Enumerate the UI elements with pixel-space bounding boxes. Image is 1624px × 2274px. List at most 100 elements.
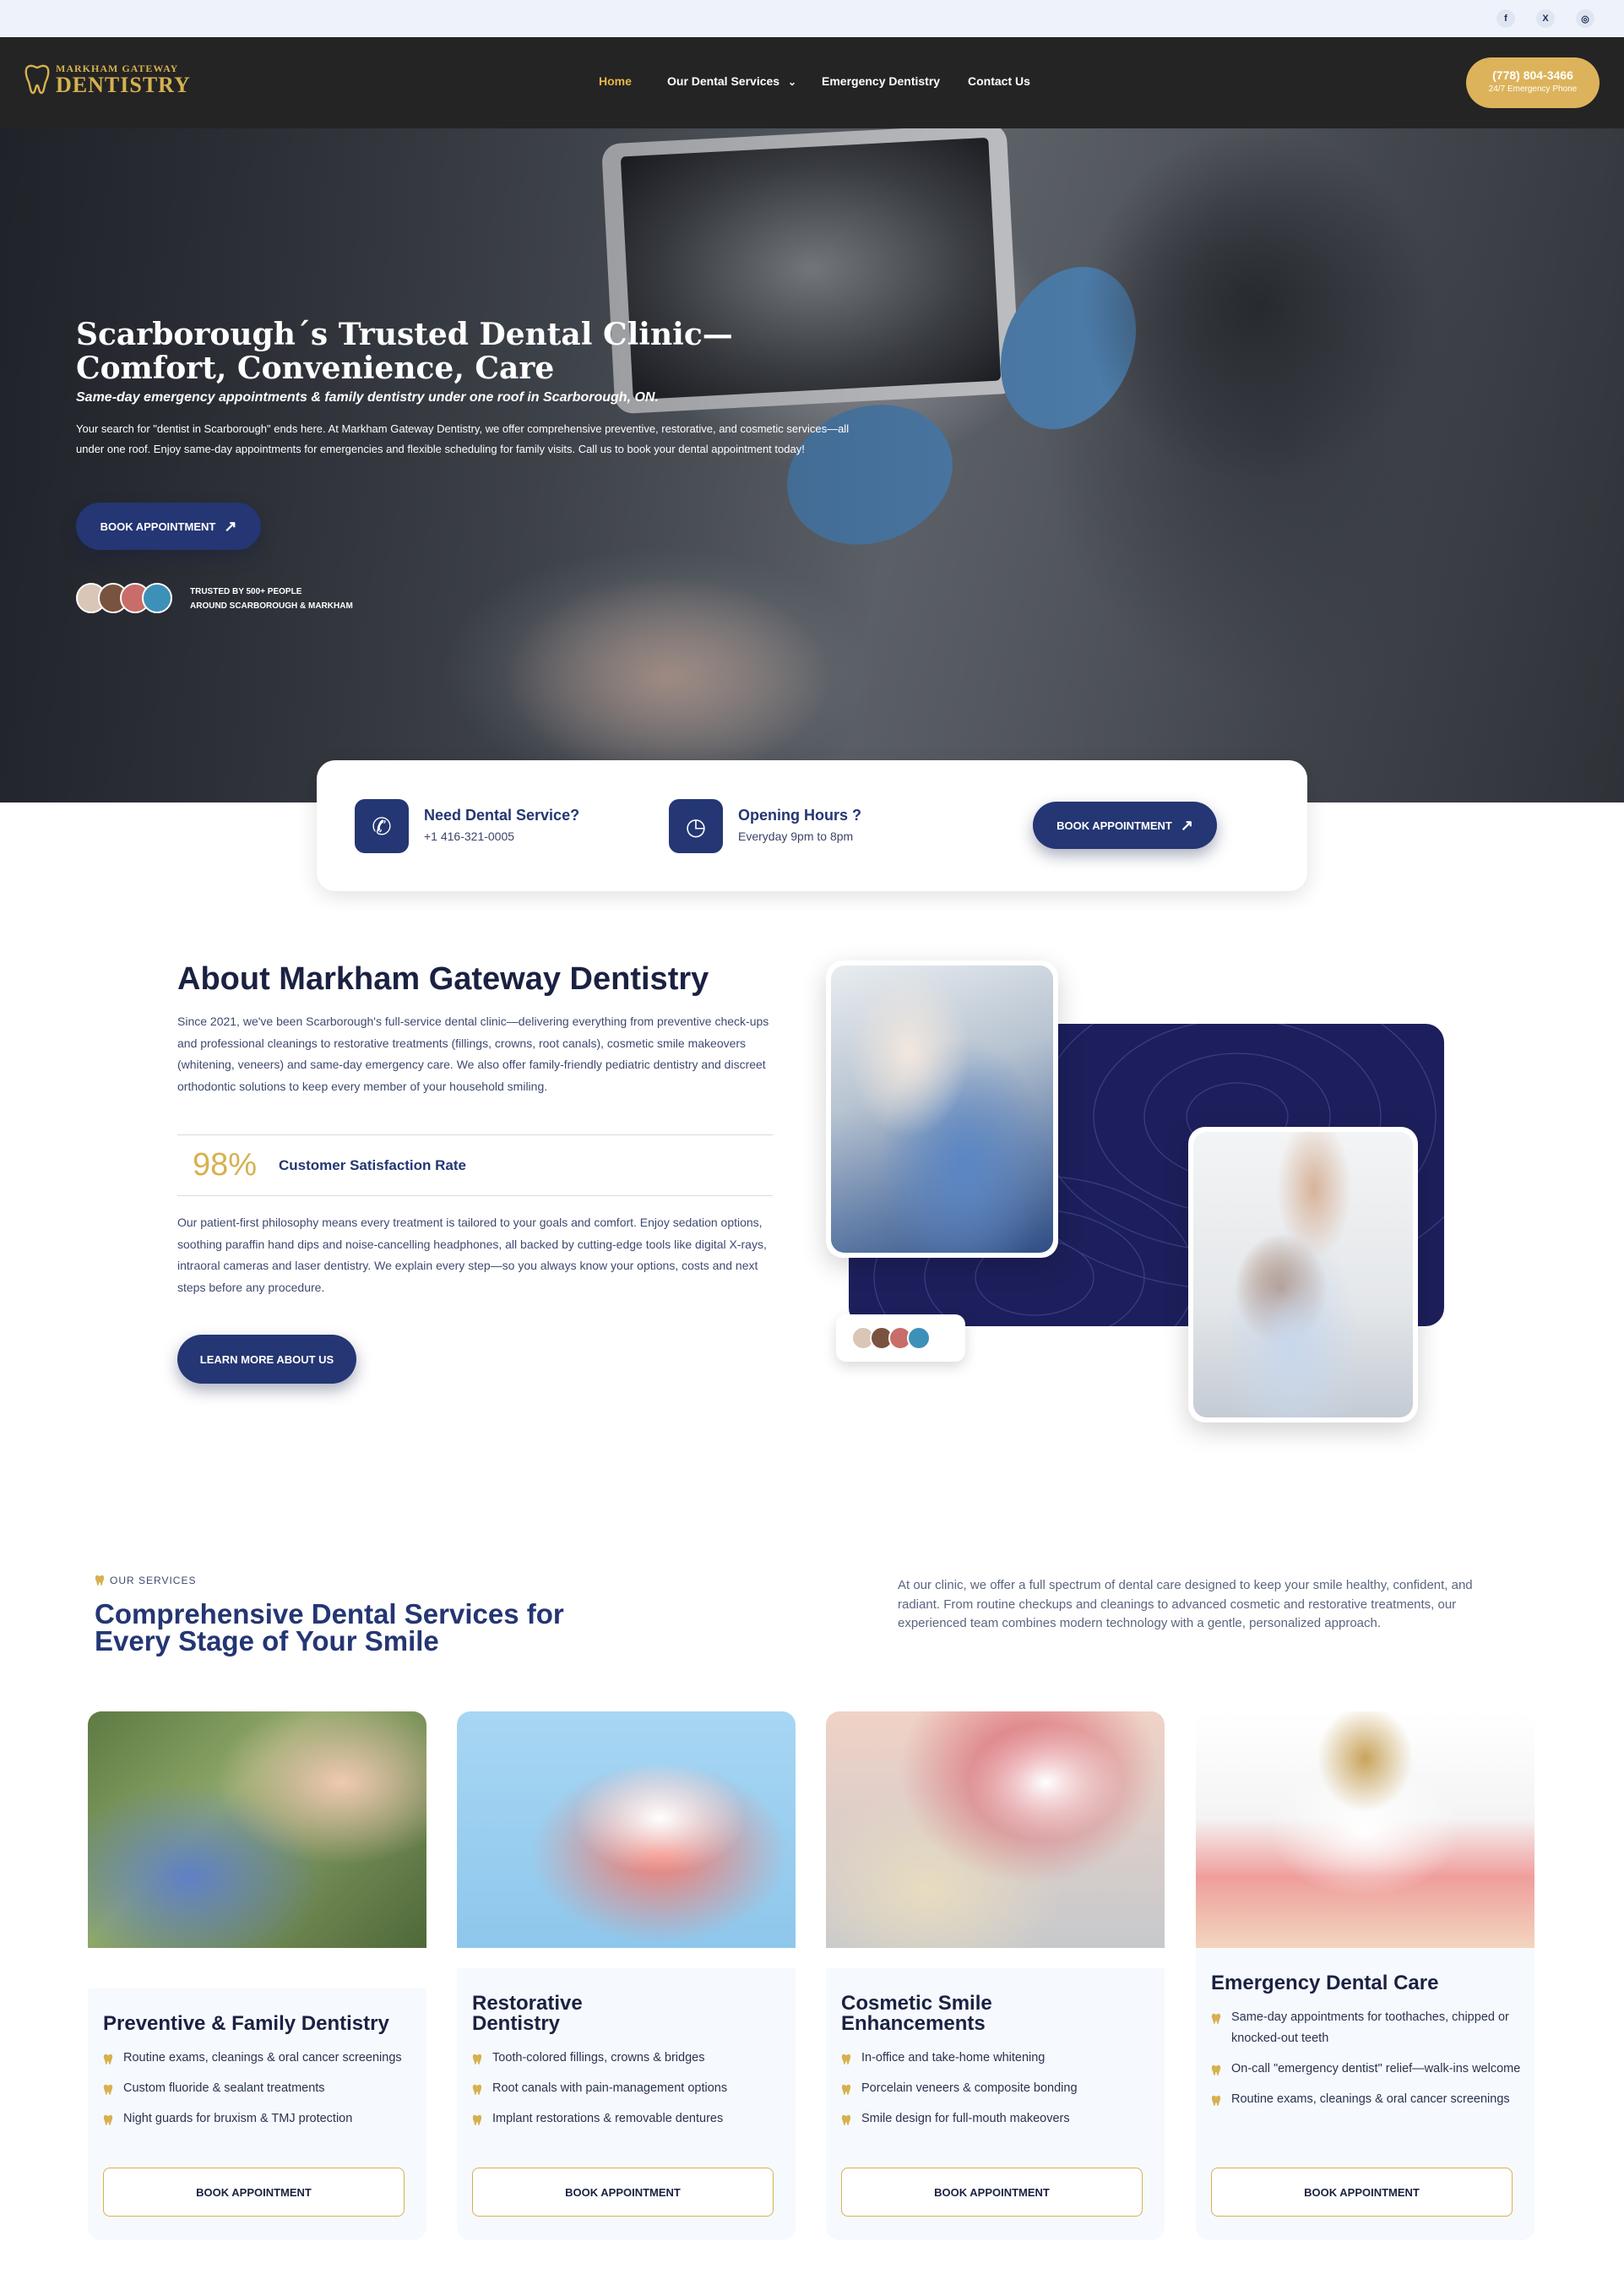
service-phone[interactable]: +1 416-321-0005	[424, 830, 514, 843]
tooth-icon	[95, 1575, 105, 1586]
facebook-icon[interactable]: f	[1496, 9, 1515, 28]
instagram-icon[interactable]: ◎	[1576, 9, 1594, 28]
phone-caption: 24/7 Emergency Phone	[1488, 84, 1578, 94]
services-title: Comprehensive Dental Services for Every …	[95, 1598, 564, 1657]
top-bar: f X ◎	[0, 0, 1624, 37]
service-card-cosmetic: Cosmetic Smile Enhancements In-office an…	[826, 1968, 1165, 2240]
service-features: In-office and take-home whitening Porcel…	[841, 2048, 1154, 2139]
service-features: Tooth-colored fillings, crowns & bridges…	[472, 2048, 785, 2139]
x-glyph: X	[1542, 14, 1549, 24]
opening-hours-title: Opening Hours ?	[738, 807, 861, 824]
hero-description: Your search for "dentist in Scarborough"…	[76, 422, 850, 455]
preventive-service-image	[88, 1711, 426, 1948]
x-twitter-icon[interactable]: X	[1536, 9, 1555, 28]
list-item: Tooth-colored fillings, crowns & bridges	[472, 2048, 785, 2069]
list-item: On-call "emergency dentist" relief—walk-…	[1211, 2059, 1524, 2080]
need-service-title: Need Dental Service?	[424, 807, 580, 824]
instagram-glyph: ◎	[1581, 14, 1589, 24]
hero-subtitle: Same-day emergency appointments & family…	[76, 390, 659, 405]
tooth-bullet-icon	[103, 2084, 113, 2095]
opening-hours-text: Everyday 9pm to 8pm	[738, 830, 854, 843]
phone-number: (778) 804-3466	[1492, 68, 1573, 82]
list-item: Custom fluoride & sealant treatments	[103, 2078, 416, 2099]
hero-title: Scarborough´s Trusted Dental Clinic—Comf…	[76, 317, 733, 386]
mini-avatar-stack	[836, 1314, 965, 1362]
nav-emergency-dentistry[interactable]: Emergency Dentistry	[822, 74, 940, 88]
feature-text: Night guards for bruxism & TMJ protectio…	[123, 2112, 353, 2125]
list-item: Same-day appointments for toothaches, ch…	[1211, 2007, 1524, 2049]
list-item: Porcelain veneers & composite bonding	[841, 2078, 1154, 2099]
tooth-bullet-icon	[103, 2114, 113, 2125]
book-appointment-button[interactable]: BOOK APPOINTMENT	[103, 2168, 405, 2217]
emergency-phone-button[interactable]: (778) 804-3466 24/7 Emergency Phone	[1466, 57, 1600, 108]
tooth-bullet-icon	[1211, 2013, 1221, 2024]
nav-our-dental-services[interactable]: Our Dental Services ⌄	[667, 74, 796, 88]
service-card-emergency: Emergency Dental Care Same-day appointme…	[1196, 1948, 1534, 2240]
clock-24-icon: ◷	[669, 799, 723, 853]
services-description: At our clinic, we offer a full spectrum …	[898, 1578, 1473, 1630]
trusted-line-1: TRUSTED BY 500+ PEOPLE	[190, 587, 302, 596]
logo-big-text: DENTISTRY	[56, 73, 191, 97]
tooth-bullet-icon	[841, 2084, 851, 2095]
feature-text: Tooth-colored fillings, crowns & bridges	[492, 2051, 705, 2065]
book-appointment-button[interactable]: BOOK APPOINTMENT	[472, 2168, 774, 2217]
feature-text: Porcelain veneers & composite bonding	[861, 2081, 1078, 2095]
feature-text: Implant restorations & removable denture…	[492, 2112, 724, 2125]
hero-book-appointment-button[interactable]: BOOK APPOINTMENT ↗	[76, 503, 261, 550]
satisfaction-stat-label: Customer Satisfaction Rate	[279, 1157, 466, 1173]
dentist-treatment-photo	[826, 960, 1058, 1258]
nav-our-dental-services-label: Our Dental Services	[667, 74, 780, 88]
tooth-bullet-icon	[472, 2114, 482, 2125]
about-paragraph-1: Since 2021, we've been Scarborough's ful…	[177, 1015, 769, 1093]
main-header: MARKHAM GATEWAY DENTISTRY Home Our Denta…	[0, 37, 1624, 128]
nav-home[interactable]: Home	[599, 74, 632, 88]
list-item: In-office and take-home whitening	[841, 2048, 1154, 2069]
hero-cta-label: BOOK APPOINTMENT	[100, 520, 216, 533]
arrow-up-right-icon: ↗	[1180, 816, 1193, 834]
book-appointment-button[interactable]: BOOK APPOINTMENT	[1211, 2168, 1513, 2217]
cosmetic-service-image	[826, 1711, 1165, 1948]
services-eyebrow-label: OUR SERVICES	[110, 1575, 197, 1586]
divider	[177, 1195, 773, 1196]
arrow-up-right-icon: ↗	[224, 517, 237, 535]
tooth-bullet-icon	[472, 2084, 482, 2095]
feature-text: Root canals with pain-management options	[492, 2081, 728, 2095]
site-logo[interactable]: MARKHAM GATEWAY DENTISTRY	[24, 63, 191, 96]
service-card-title: Cosmetic Smile Enhancements	[841, 1992, 992, 2035]
patient-avatars	[76, 583, 172, 613]
list-item: Root canals with pain-management options	[472, 2078, 785, 2099]
facebook-glyph: f	[1504, 14, 1507, 24]
list-item: Implant restorations & removable denture…	[472, 2108, 785, 2130]
book-appointment-button[interactable]: BOOK APPOINTMENT	[841, 2168, 1143, 2217]
card-book-appointment-button[interactable]: BOOK APPOINTMENT ↗	[1033, 802, 1217, 849]
phone-call-icon: ✆	[355, 799, 409, 853]
feature-text: Same-day appointments for toothaches, ch…	[1231, 2010, 1509, 2045]
satisfaction-stat-value: 98%	[193, 1147, 258, 1183]
hero-section: Scarborough´s Trusted Dental Clinic—Comf…	[0, 128, 1624, 802]
optometry-exam-image	[1193, 1132, 1413, 1417]
feature-text: Smile design for full-mouth makeovers	[861, 2112, 1070, 2125]
nav-contact-us[interactable]: Contact Us	[968, 74, 1030, 88]
card-cta-label: BOOK APPOINTMENT	[1056, 819, 1172, 832]
service-features: Same-day appointments for toothaches, ch…	[1211, 2007, 1524, 2119]
learn-more-label: LEARN MORE ABOUT US	[199, 1352, 334, 1366]
eye-exam-photo	[1188, 1127, 1418, 1423]
services-eyebrow: OUR SERVICES	[95, 1575, 196, 1586]
service-card-preventive: Preventive & Family Dentistry Routine ex…	[88, 1988, 426, 2240]
contact-info-card: ✆ Need Dental Service? +1 416-321-0005 ◷…	[317, 760, 1307, 891]
avatar	[142, 583, 172, 613]
divider	[177, 1134, 773, 1135]
service-features: Routine exams, cleanings & oral cancer s…	[103, 2048, 416, 2139]
list-item: Night guards for bruxism & TMJ protectio…	[103, 2108, 416, 2130]
feature-text: Routine exams, cleanings & oral cancer s…	[1231, 2092, 1510, 2106]
chevron-down-icon: ⌄	[787, 76, 797, 88]
logo-text: MARKHAM GATEWAY DENTISTRY	[56, 63, 191, 96]
learn-more-about-button[interactable]: LEARN MORE ABOUT US	[177, 1335, 356, 1384]
restorative-service-image	[457, 1711, 796, 1948]
feature-text: On-call "emergency dentist" relief—walk-…	[1231, 2062, 1521, 2075]
about-title: About Markham Gateway Dentistry	[177, 961, 709, 997]
hero-overlay	[0, 128, 1624, 802]
tooth-bullet-icon	[472, 2054, 482, 2065]
trusted-line-2: AROUND SCARBOROUGH & MARKHAM	[190, 601, 353, 611]
about-paragraph-2: Our patient-first philosophy means every…	[177, 1216, 767, 1294]
